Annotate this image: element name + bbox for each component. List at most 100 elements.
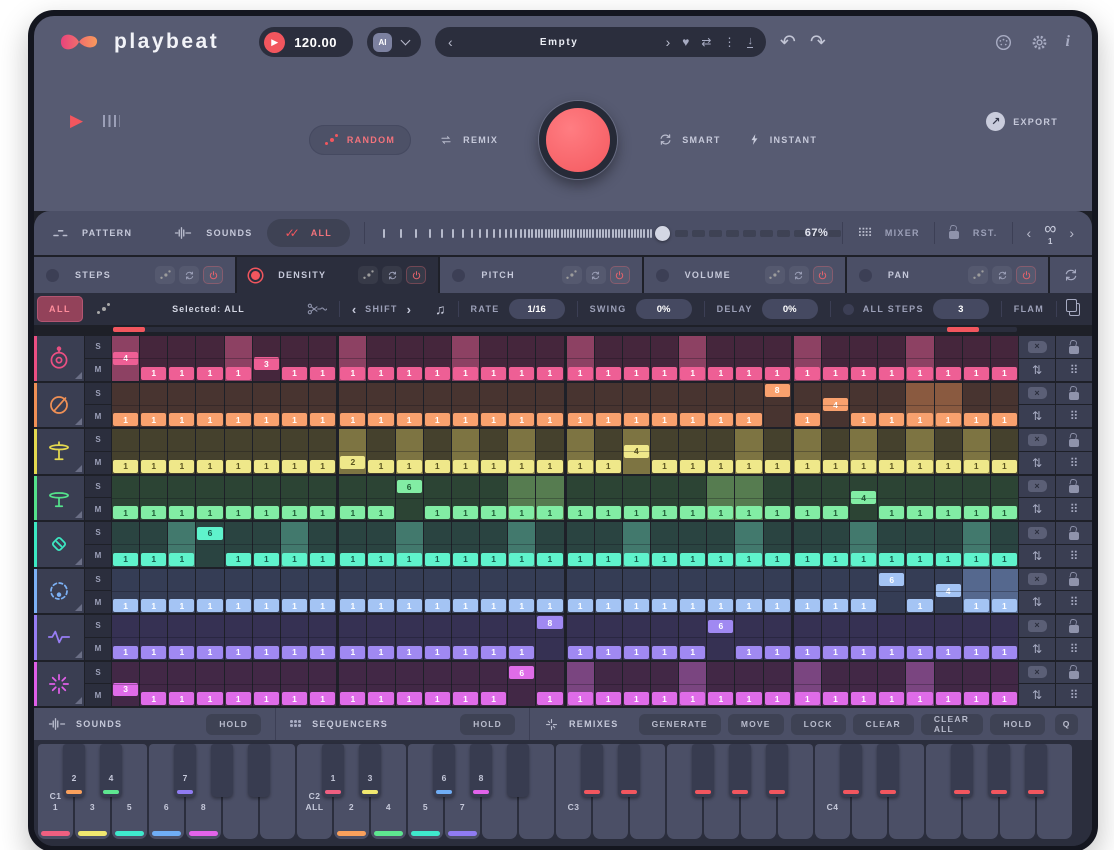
density-chip[interactable]: 1 [282,553,307,566]
density-chip[interactable]: 1 [397,413,422,426]
density-chip[interactable]: 1 [964,460,989,473]
step-cell[interactable]: 1 [794,429,821,474]
density-chip[interactable]: 1 [169,367,194,380]
tab-pan[interactable]: PAN [847,257,1048,293]
density-slider[interactable] [379,211,791,255]
density-chip[interactable]: 1 [736,553,761,566]
density-chip[interactable]: 1 [169,646,194,659]
density-chip[interactable]: 1 [765,553,790,566]
density-chip[interactable]: 1 [795,646,820,659]
step-cell[interactable]: 1 [480,522,507,567]
mute-button[interactable]: M [85,452,111,474]
density-chip[interactable]: 1 [680,413,705,426]
track-icon-cell-synth-wave[interactable] [34,615,84,660]
density-chip[interactable]: 1 [481,506,506,519]
step-cell[interactable]: 1 [963,662,990,707]
density-chip[interactable]: 1 [226,506,251,519]
tab-randomize-button[interactable] [968,266,988,284]
tab-randomize-button[interactable] [562,266,582,284]
step-cell[interactable]: 1 [339,569,366,614]
step-cell[interactable]: 1 [963,429,990,474]
step-cell[interactable]: 1 [623,662,650,707]
step-cell[interactable]: 1 [452,522,479,567]
track-sliders-button[interactable]: ⇅ [1019,591,1055,613]
density-chip[interactable]: 1 [254,460,279,473]
density-chip[interactable]: 1 [509,367,534,380]
step-cell[interactable]: 1 [112,383,139,428]
track-icon-cell-fx-burst[interactable] [34,662,84,707]
tab-radio-icon[interactable] [452,269,465,282]
step-cell[interactable]: 1 [168,429,195,474]
density-chip[interactable]: 1 [823,506,848,519]
black-key[interactable] [729,744,751,797]
density-chip[interactable]: 1 [851,646,876,659]
step-cell[interactable]: 1 [225,383,252,428]
step-cell[interactable]: 1 [112,522,139,567]
undo-button[interactable]: ↶ [780,33,796,52]
density-chip[interactable]: 1 [226,413,251,426]
step-cell[interactable]: 1 [651,615,678,660]
black-key[interactable] [988,744,1010,797]
track-sliders-button[interactable]: ⇅ [1019,498,1055,520]
step-cell[interactable]: 1 [168,522,195,567]
step-cell[interactable]: 1 [623,476,650,521]
hold-button[interactable]: HOLD [990,714,1045,735]
density-chip[interactable]: 1 [169,460,194,473]
density-chip[interactable]: 4 [624,445,649,458]
black-key[interactable]: 4 [100,744,122,797]
density-chip[interactable]: 2 [340,456,365,469]
density-chip[interactable]: 1 [282,367,307,380]
step-cell[interactable]: 1 [567,476,594,521]
sync-icon[interactable]: ⇄ [701,35,711,49]
density-chip[interactable]: 1 [907,367,932,380]
track-lock-button[interactable] [1056,522,1092,544]
step-cell[interactable]: 1 [140,662,167,707]
density-chip[interactable]: 1 [340,506,365,519]
slider-handle[interactable] [655,226,670,241]
step-cell[interactable]: 1 [480,615,507,660]
density-chip[interactable]: 1 [282,692,307,705]
note-value-button[interactable]: ♫ [423,293,458,325]
track-icon-cell-kick[interactable] [34,336,84,381]
step-cell[interactable]: 1 [480,662,507,707]
step-cell[interactable]: 1 [508,522,535,567]
density-chip[interactable]: 1 [537,460,562,473]
tab-randomize-button[interactable] [765,266,785,284]
step-cell[interactable]: 1 [396,662,423,707]
step-cell[interactable]: 1 [963,569,990,614]
density-chip[interactable]: 1 [310,599,335,612]
density-chip[interactable]: 1 [509,646,534,659]
pattern-loop-indicator[interactable]: ∞ 1 [1044,220,1056,246]
density-chip[interactable]: 1 [624,599,649,612]
density-chip[interactable]: 1 [340,599,365,612]
step-cell[interactable]: 1 [623,615,650,660]
step-cell[interactable]: 1 [651,522,678,567]
density-chip[interactable]: 1 [964,413,989,426]
step-cell[interactable]: 1 [623,336,650,381]
refresh-all-button[interactable] [1050,257,1092,293]
density-chip[interactable]: 1 [879,506,904,519]
density-chip[interactable]: 1 [596,599,621,612]
track-icon-cell-shaker[interactable] [34,522,84,567]
density-chip[interactable]: 1 [992,506,1017,519]
density-chip[interactable]: 1 [537,692,562,705]
density-chip[interactable]: 1 [964,646,989,659]
density-chip[interactable]: 1 [765,367,790,380]
step-cell[interactable]: 6 [707,615,734,660]
step-cell[interactable]: 1 [878,522,905,567]
density-chip[interactable]: 1 [936,692,961,705]
density-chip[interactable]: 1 [197,506,222,519]
step-cell[interactable]: 1 [225,522,252,567]
step-cell[interactable]: 1 [623,522,650,567]
density-chip[interactable]: 1 [568,646,593,659]
step-cell[interactable]: 1 [567,522,594,567]
midi-icon[interactable] [994,33,1013,52]
tab-power-button[interactable] [813,266,833,284]
density-chip[interactable]: 1 [652,460,677,473]
step-cell[interactable]: 1 [168,615,195,660]
density-chip[interactable]: 1 [340,553,365,566]
black-key[interactable]: 8 [470,744,492,797]
density-chip[interactable]: 1 [851,692,876,705]
tab-radio-icon[interactable] [46,269,59,282]
cut-button[interactable] [295,293,339,325]
